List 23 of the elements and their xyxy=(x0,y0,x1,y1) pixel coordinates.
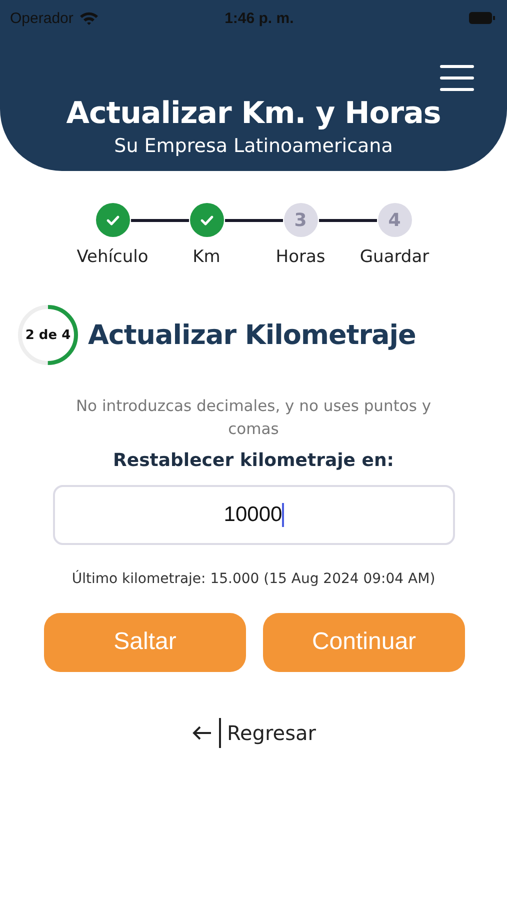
menu-icon[interactable] xyxy=(440,64,474,92)
wifi-icon xyxy=(79,10,100,26)
last-reading-text: Último kilometraje: 15.000 (15 Aug 2024 09:04 AM) xyxy=(70,570,436,586)
step-indicator: 3 xyxy=(284,203,318,237)
step-connector xyxy=(130,219,188,222)
back-arrow-icon[interactable] xyxy=(191,724,213,740)
field-label: Restablecer kilometraje en: xyxy=(112,450,395,470)
battery-icon xyxy=(469,12,495,24)
page-subtitle: Su Empresa Latinoamericana xyxy=(113,135,394,157)
step-label: Horas xyxy=(276,247,326,267)
step-label: Guardar xyxy=(360,247,430,267)
page-title: Actualizar Km. y Horas xyxy=(65,96,442,131)
step-connector xyxy=(318,219,376,222)
step-indicator: 4 xyxy=(378,203,412,237)
mileage-input[interactable]: 10000 xyxy=(53,484,455,544)
hint-text: No introduzcas decimales, y no uses puntos y comas xyxy=(74,396,432,440)
step-label: Vehículo xyxy=(76,247,148,267)
section-title: Actualizar Kilometraje xyxy=(88,320,416,350)
step-label: Km xyxy=(192,247,220,267)
status-time: 1:46 p. m. xyxy=(224,10,295,26)
back-link[interactable]: Regresar xyxy=(227,720,316,744)
carrier-name: Operador xyxy=(10,10,74,26)
step-connector xyxy=(224,219,282,222)
